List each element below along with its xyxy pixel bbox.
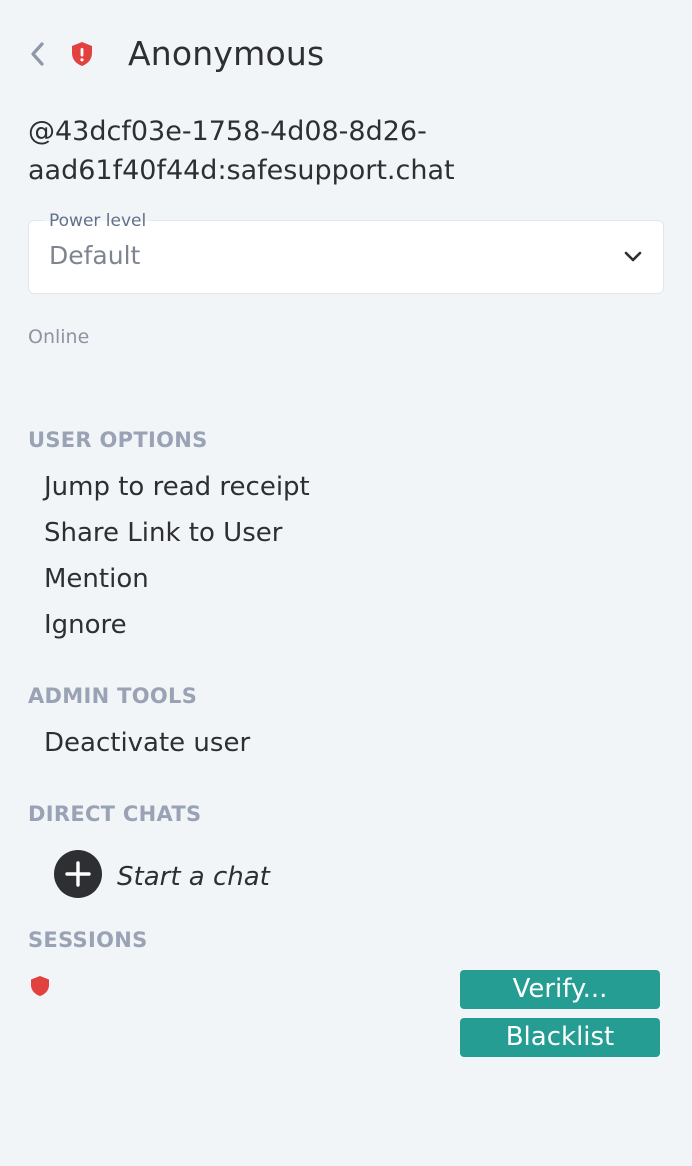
share-link-button[interactable]: Share Link to User [44, 518, 282, 548]
back-button[interactable] [26, 39, 50, 69]
user-id-line-1: @43dcf03e-1758-4d08-8d26- [28, 116, 427, 147]
power-level-value: Default [49, 241, 141, 270]
start-chat-button[interactable]: Start a chat [54, 850, 354, 900]
blacklist-button[interactable]: Blacklist [460, 1018, 660, 1057]
panel-header: Anonymous [0, 30, 692, 78]
shield-warning-icon [68, 40, 96, 68]
user-id: @43dcf03e-1758-4d08-8d26- aad61f40f44d:s… [28, 112, 668, 190]
jump-to-read-receipt-button[interactable]: Jump to read receipt [44, 472, 310, 502]
page-title: Anonymous [128, 34, 325, 73]
user-id-line-2: aad61f40f44d:safesupport.chat [28, 155, 455, 186]
section-title-admin-tools: ADMIN TOOLS [28, 684, 198, 708]
plus-circle-icon [54, 850, 102, 898]
section-title-direct-chats: DIRECT CHATS [28, 802, 202, 826]
verify-button[interactable]: Verify... [460, 970, 660, 1009]
start-chat-label: Start a chat [117, 862, 270, 892]
section-title-user-options: USER OPTIONS [28, 428, 208, 452]
shield-warning-icon [28, 974, 52, 998]
chevron-left-icon [31, 42, 44, 66]
section-title-sessions: SESSIONS [28, 928, 148, 952]
ignore-button[interactable]: Ignore [44, 610, 127, 640]
presence-status: Online [28, 326, 90, 348]
deactivate-user-button[interactable]: Deactivate user [44, 728, 250, 758]
chevron-down-icon [624, 251, 642, 262]
power-level-label: Power level [45, 211, 151, 231]
power-level-select[interactable]: Power level Default [28, 211, 664, 294]
mention-button[interactable]: Mention [44, 564, 149, 594]
user-info-panel: Anonymous @43dcf03e-1758-4d08-8d26- aad6… [0, 0, 692, 1166]
